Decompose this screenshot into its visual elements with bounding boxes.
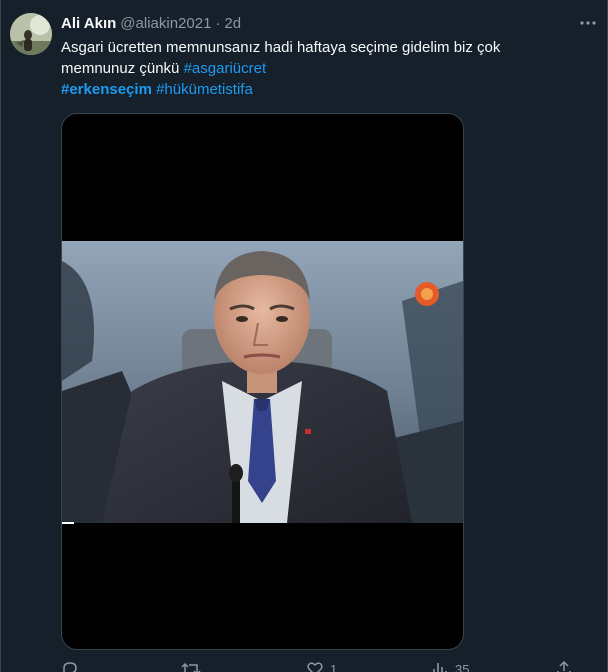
reply-icon	[63, 662, 77, 672]
video-progress-indicator	[62, 522, 74, 524]
tweet-text-line-2: memnunuz çünkü #asgariücret	[61, 58, 581, 79]
display-name[interactable]: Ali Akın	[61, 15, 116, 32]
hashtag-link-hukumetistifa[interactable]: #hükümetistifa	[156, 81, 253, 98]
share-button[interactable]	[555, 660, 573, 672]
tweet-text: Asgari ücretten memnunsanız hadi haftaya…	[61, 37, 581, 100]
tweet-card[interactable]: Ali Akın @aliakin2021 · 2d Asgari ücrett…	[0, 0, 608, 672]
tweet-actions: 1 35	[61, 660, 581, 672]
views-icon	[433, 663, 447, 672]
video-frame	[62, 241, 463, 523]
like-count: 1	[330, 661, 338, 672]
hashtag-link-asgariucret[interactable]: #asgariücret	[184, 60, 267, 77]
tweet-text-line-1: Asgari ücretten memnunsanız hadi haftaya…	[61, 39, 501, 56]
retweet-button[interactable]	[181, 660, 201, 672]
tweet-text-line-3: #erkenseçim #hükümetistifa	[61, 79, 581, 100]
video-player[interactable]	[61, 113, 464, 650]
reply-button[interactable]	[61, 660, 79, 672]
share-icon	[557, 660, 571, 672]
tweet-header: Ali Akın @aliakin2021 · 2d	[61, 13, 241, 33]
retweet-icon	[181, 662, 201, 672]
tweet-text-segment: memnunuz çünkü	[61, 60, 184, 77]
more-options-button[interactable]	[577, 12, 599, 34]
avatar[interactable]	[10, 13, 52, 55]
separator-dot: ·	[215, 14, 221, 32]
timestamp[interactable]: 2d	[224, 15, 241, 32]
hashtag-link-erkensecim[interactable]: #erkenseçim	[61, 81, 152, 98]
heart-icon	[307, 662, 323, 672]
user-handle[interactable]: @aliakin2021	[120, 15, 211, 32]
more-icon	[580, 21, 596, 25]
views-count: 35	[455, 661, 470, 672]
views-button[interactable]: 35	[431, 660, 469, 672]
like-button[interactable]: 1	[306, 660, 337, 672]
